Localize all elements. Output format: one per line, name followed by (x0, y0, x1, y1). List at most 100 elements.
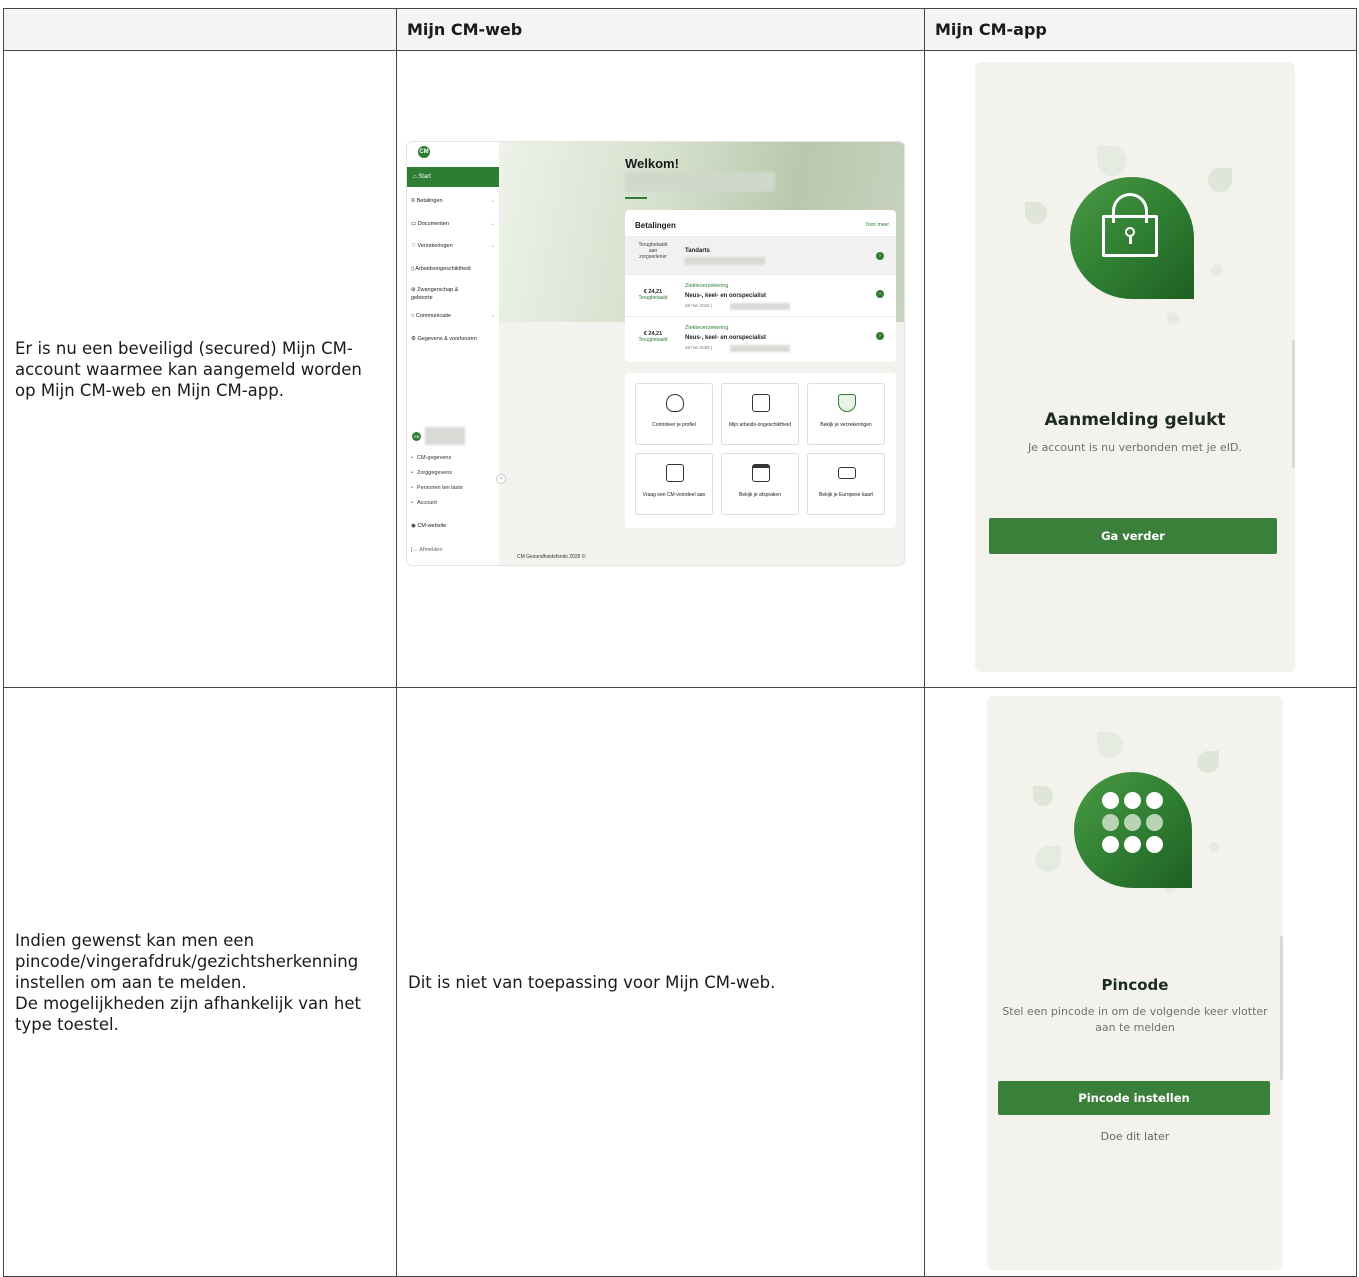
sub-item-personen[interactable]: Personen ten laste (411, 485, 463, 491)
payment-name: Tandarts (685, 248, 710, 254)
blurred-detail (730, 303, 790, 310)
continue-button[interactable]: Ga verder (989, 518, 1277, 554)
gift-document-icon (666, 464, 684, 482)
payment-row[interactable]: Terugbetaald aan zorgverlener Tandarts › (625, 236, 896, 274)
scroll-edge (1292, 340, 1295, 468)
nav-start[interactable]: ⌂ Start (407, 167, 499, 187)
payment-row[interactable]: € 24,21 Terugbetaald Ziekteverzekering Ne… (625, 316, 896, 356)
web-footer: CM Gezondheidsfonds 2025 © (517, 554, 586, 560)
calendar-icon (752, 464, 770, 482)
decor-leaf (1209, 842, 1219, 852)
nav-cm-website[interactable]: ◉ CM-website (411, 522, 497, 530)
decor-leaf (1035, 846, 1061, 872)
nav-label: Zwangerschap & geboorte (411, 287, 459, 301)
nav-label: Afmelden (419, 547, 443, 553)
table-row: Er is nu een beveiligd (secured) Mijn CM… (3, 50, 1357, 688)
payment-row[interactable]: € 24,21 Terugbetaald Ziekteverzekering Ne… (625, 274, 896, 314)
nav-zwangerschap[interactable]: ⊛ Zwangerschap & geboorte (411, 286, 481, 302)
payment-date: 28 mei 2025 | (685, 303, 713, 308)
tile-europese-kaart[interactable]: Bekijk je Europese kaart (807, 453, 885, 515)
nav-label: Communicatie (415, 313, 452, 319)
tile-label: Bekijk je verzekeringen (820, 422, 872, 428)
row1-app-cell: Aanmelding gelukt Je account is nu verbo… (924, 50, 1357, 688)
tile-afspraken[interactable]: Bekijk je afspraken (721, 453, 799, 515)
payment-amount: € 24,21 Terugbetaald (631, 331, 675, 343)
blurred-detail (730, 345, 790, 352)
keypad-illustration (1074, 772, 1192, 888)
row1-description: Er is nu een beveiligd (secured) Mijn CM… (15, 338, 362, 400)
app-screenshot-pincode: Pincode Stel een pincode in om de volgen… (987, 696, 1283, 1270)
nav-arbeidsongeschiktheid[interactable]: ▯ Arbeidsongeschiktheid (411, 265, 497, 273)
app-screenshot-login-success: Aanmelding gelukt Je account is nu verbo… (975, 62, 1295, 672)
nav-verzekeringen[interactable]: ♡ Verzekeringen ⌄ (411, 242, 497, 250)
amount-status: Terugbetaald (638, 337, 668, 343)
payment-date: 28 mei 2025 | (685, 345, 713, 350)
welcome-title: Welkom! (625, 156, 679, 171)
row2-app-cell: Pincode Stel een pincode in om de volgen… (924, 687, 1357, 1277)
keypad-dot (1102, 836, 1119, 853)
sub-item-cm-gegevens[interactable]: CM-gegevens (411, 455, 451, 461)
nav-label: Betalingen (416, 198, 443, 204)
do-later-link[interactable]: Doe dit later (987, 1130, 1283, 1143)
show-more-link[interactable]: Toon meer (865, 222, 889, 228)
tile-label: Controleer je profiel (652, 422, 696, 428)
collapse-sidebar-icon[interactable]: ‹ (496, 474, 506, 484)
sub-item-zorggegevens[interactable]: Zorggegevens (411, 470, 452, 476)
decor-leaf (1167, 312, 1179, 324)
blurred-name (425, 427, 465, 445)
description-line: Indien gewenst kan men een pincode/vinge… (15, 930, 359, 992)
login-success-subtitle: Je account is nu verbonden met je eID. (1028, 441, 1242, 454)
payments-card: Betalingen Toon meer Terugbetaald aan zo… (625, 210, 896, 362)
row2-web-cell: Dit is niet van toepassing voor Mijn CM-… (396, 687, 925, 1277)
decor-leaf (1208, 168, 1232, 192)
arrow-right-icon[interactable]: › (876, 290, 884, 298)
set-pincode-button[interactable]: Pincode instellen (998, 1081, 1270, 1115)
nav-documenten[interactable]: ▭ Documenten ⌄ (411, 220, 497, 228)
amount-line: zorgverlener (639, 254, 667, 260)
tile-voordeel[interactable]: Vraag een CM-voordeel aan (635, 453, 713, 515)
row2-description: Indien gewenst kan men een pincode/vinge… (4, 930, 396, 1035)
keypad-dot (1102, 814, 1119, 831)
nav-afmelden[interactable]: [→ Afmelden (411, 546, 497, 554)
comparison-table: Mijn CM-web Mijn CM-app Er is nu een bev… (3, 8, 1357, 1277)
header-web: Mijn CM-web (396, 8, 925, 51)
web-screenshot: CM ⌂ Start © Betalingen ⌄ ▭ Documenten ⌄ ♡… (407, 142, 904, 565)
nav-label: CM-website (417, 523, 447, 529)
payment-amount: Terugbetaald aan zorgverlener (631, 242, 675, 260)
arrow-right-icon[interactable]: › (876, 252, 884, 260)
tile-profile[interactable]: Controleer je profiel (635, 383, 713, 445)
card-icon (838, 467, 856, 479)
keyhole-stem (1129, 236, 1132, 244)
document-icon (752, 394, 770, 412)
nav-betalingen[interactable]: © Betalingen ⌄ (411, 197, 497, 205)
pincode-title: Pincode (1101, 976, 1169, 994)
keypad-dot (1146, 836, 1163, 853)
nav-gegevens[interactable]: ⚙ Gegevens & voorkeuren (411, 335, 497, 343)
quick-links-card: Controleer je profiel Mijn arbeids-onges… (625, 373, 896, 528)
keypad-dot (1146, 792, 1163, 809)
tile-verzekeringen[interactable]: Bekijk je verzekeringen (807, 383, 885, 445)
cm-logo-icon: CM (418, 146, 430, 158)
payment-name: Neus-, keel- en oorspecialist (685, 335, 767, 341)
payment-name: Neus-, keel- en oorspecialist (685, 293, 767, 299)
pincode-subtitle: Stel een pincode in om de volgende keer … (1002, 1005, 1268, 1034)
nav-start-label: Start (418, 174, 431, 180)
tile-arbeidsongeschiktheid[interactable]: Mijn arbeids-ongeschiktheid (721, 383, 799, 445)
web-sidebar: CM ⌂ Start © Betalingen ⌄ ▭ Documenten ⌄ ♡… (407, 142, 499, 565)
nav-label: Documenten (417, 221, 449, 227)
amount-status: Terugbetaald (638, 295, 668, 301)
header-empty (3, 8, 397, 51)
keypad-dot (1102, 792, 1119, 809)
sub-item-account[interactable]: Account (411, 500, 437, 506)
person-icon (666, 394, 684, 412)
decor-leaf (1211, 264, 1223, 276)
arrow-right-icon[interactable]: › (876, 332, 884, 340)
payment-category: Ziekteverzekering (685, 325, 729, 331)
table-header-row: Mijn CM-web Mijn CM-app (3, 8, 1357, 51)
keypad-dot (1146, 814, 1163, 831)
nav-label: Arbeidsongeschiktheid (415, 266, 471, 272)
avatar[interactable]: GB (412, 432, 421, 441)
keypad-dot (1124, 814, 1141, 831)
nav-communicatie[interactable]: ○ Communicatie ⌄ (411, 312, 497, 320)
row2-web-text: Dit is niet van toepassing voor Mijn CM-… (408, 972, 776, 992)
